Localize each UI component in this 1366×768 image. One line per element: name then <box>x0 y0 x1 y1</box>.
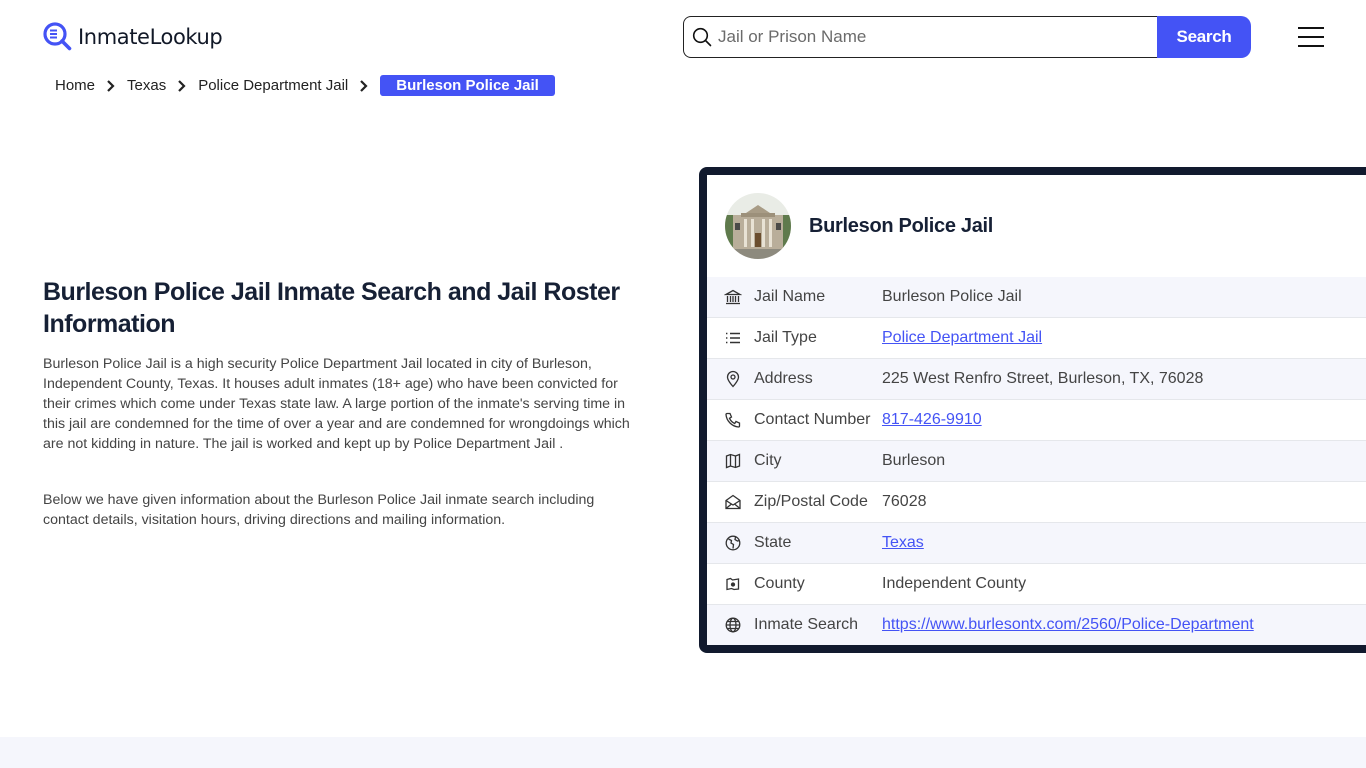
search-input[interactable] <box>712 27 1157 47</box>
detail-label: Zip/Postal Code <box>754 493 868 510</box>
menu-bar <box>1298 45 1324 47</box>
detail-row-address: Address 225 West Renfro Street, Burleson… <box>707 359 1366 400</box>
inmate-search-link[interactable]: https://www.burlesontx.com/2560/Police-D… <box>882 616 1254 633</box>
detail-label: City <box>754 452 782 469</box>
jail-info-card: Burleson Police Jail Jail Name Burleson … <box>699 167 1366 653</box>
detail-value: 76028 <box>882 493 927 510</box>
detail-row-zip: Zip/Postal Code 76028 <box>707 482 1366 523</box>
globe-state-icon <box>725 535 741 551</box>
detail-label: County <box>754 575 805 592</box>
chevron-right-icon <box>360 79 368 92</box>
detail-value: Independent County <box>882 575 1027 592</box>
jail-details-table: Jail Name Burleson Police Jail Jail Type… <box>707 277 1366 645</box>
phone-icon <box>725 412 741 428</box>
jail-photo <box>725 193 791 259</box>
detail-label: Contact Number <box>754 411 871 428</box>
detail-row-contact: Contact Number 817-426-9910 <box>707 400 1366 441</box>
chevron-right-icon <box>178 79 186 92</box>
breadcrumb-jail-type[interactable]: Police Department Jail <box>198 77 348 94</box>
search-icon <box>692 27 712 47</box>
page-title: Burleson Police Jail Inmate Search and J… <box>43 278 620 338</box>
detail-value: Burleson Police Jail <box>882 288 1022 305</box>
detail-row-city: City Burleson <box>707 441 1366 482</box>
menu-bar <box>1298 36 1324 38</box>
search-form: Search <box>683 16 1251 58</box>
logo[interactable]: InmateLookup <box>43 22 223 51</box>
detail-label: State <box>754 534 792 551</box>
breadcrumb-current: Burleson Police Jail <box>380 75 555 96</box>
detail-row-inmate-search: Inmate Search https://www.burlesontx.com… <box>707 605 1366 645</box>
detail-label: Address <box>754 370 813 387</box>
detail-row-jail-name: Jail Name Burleson Police Jail <box>707 277 1366 318</box>
mail-open-icon <box>725 494 741 510</box>
logo-text: InmateLookup <box>78 24 223 49</box>
card-title: Burleson Police Jail <box>809 214 994 237</box>
info-paragraph: Below we have given information about th… <box>43 492 595 528</box>
map-icon <box>725 453 741 469</box>
search-box[interactable] <box>683 16 1157 58</box>
card-body: Burleson Police Jail Jail Name Burleson … <box>707 175 1366 645</box>
intro-paragraph: Burleson Police Jail is a high security … <box>43 356 630 452</box>
breadcrumb-home[interactable]: Home <box>55 77 95 94</box>
county-map-icon <box>726 577 740 591</box>
list-icon <box>726 332 740 344</box>
breadcrumb: Home Texas Police Department Jail Burles… <box>55 75 555 96</box>
detail-row-jail-type: Jail Type Police Department Jail <box>707 318 1366 359</box>
globe-icon <box>725 617 741 633</box>
phone-link[interactable]: 817-426-9910 <box>882 411 982 428</box>
map-pin-icon <box>726 370 740 388</box>
footer-section <box>0 737 1366 768</box>
detail-row-county: County Independent County <box>707 564 1366 605</box>
card-header: Burleson Police Jail <box>707 175 1366 277</box>
detail-label: Inmate Search <box>754 616 859 633</box>
breadcrumb-state[interactable]: Texas <box>127 77 166 94</box>
chevron-right-icon <box>107 79 115 92</box>
logo-magnifier-icon <box>43 22 72 51</box>
building-columns-icon <box>724 289 742 305</box>
state-link[interactable]: Texas <box>882 534 924 551</box>
menu-bar <box>1298 27 1324 29</box>
search-button[interactable]: Search <box>1157 16 1251 58</box>
hamburger-menu-icon[interactable] <box>1298 27 1324 47</box>
building-photo-icon <box>725 193 791 259</box>
jail-type-link[interactable]: Police Department Jail <box>882 329 1042 346</box>
detail-value: Burleson <box>882 452 946 469</box>
detail-label: Jail Type <box>754 329 817 346</box>
detail-value: 225 West Renfro Street, Burleson, TX, 76… <box>882 370 1204 387</box>
detail-label: Jail Name <box>754 288 826 305</box>
detail-row-state: State Texas <box>707 523 1366 564</box>
